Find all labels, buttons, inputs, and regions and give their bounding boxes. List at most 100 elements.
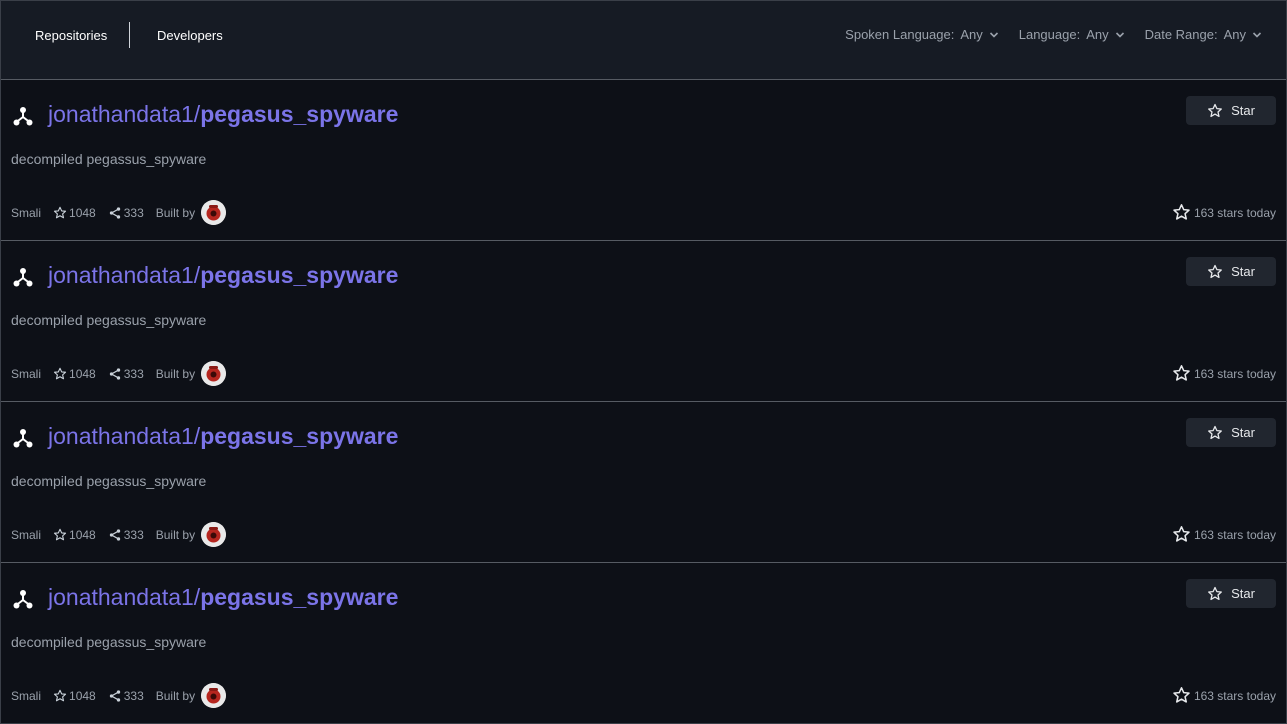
- star-icon: [53, 528, 67, 540]
- fork-count-value: 333: [123, 527, 144, 542]
- spoken-language-filter[interactable]: Spoken Language: Any: [845, 27, 999, 42]
- fork-count[interactable]: 333: [108, 689, 144, 703]
- fork-icon: [13, 429, 33, 448]
- star-icon: [1173, 687, 1190, 703]
- chevron-down-icon: [1115, 31, 1124, 38]
- star-icon: [1208, 264, 1223, 278]
- stars-today-value: 163 stars today: [1193, 527, 1276, 542]
- repo-description: decompiled pegassus_spyware: [11, 151, 207, 167]
- built-by-label: Built by: [155, 205, 196, 220]
- star-button-label: Star: [1231, 264, 1255, 279]
- avatar[interactable]: [201, 200, 227, 225]
- star-button[interactable]: Star: [1186, 257, 1276, 286]
- star-icon: [53, 689, 67, 701]
- repo-name: pegasus_spyware: [200, 584, 399, 610]
- repo-title-link[interactable]: jonathandata1/pegasus_spyware: [48, 584, 398, 611]
- star-icon: [1208, 586, 1223, 600]
- avatar[interactable]: [201, 683, 227, 708]
- share-icon: [109, 528, 120, 541]
- repo-name: pegasus_spyware: [200, 101, 399, 127]
- filter-label: Spoken Language:: [845, 27, 955, 42]
- star-button[interactable]: Star: [1186, 418, 1276, 447]
- language-filter[interactable]: Language: Any: [1019, 27, 1125, 42]
- stars-today: 163 stars today: [1172, 364, 1276, 383]
- fork-count-value: 333: [123, 366, 144, 381]
- tab-repositories[interactable]: Repositories: [35, 28, 107, 43]
- stars-today: 163 stars today: [1172, 203, 1276, 222]
- repo-description: decompiled pegassus_spyware: [11, 473, 207, 489]
- star-icon: [1208, 103, 1223, 117]
- repo-title-link[interactable]: jonathandata1/pegasus_spyware: [48, 423, 398, 450]
- star-count[interactable]: 1048: [53, 206, 96, 220]
- avatar-image: [201, 361, 227, 386]
- stars-today-value: 163 stars today: [1193, 366, 1276, 381]
- date-range-filter[interactable]: Date Range: Any: [1145, 27, 1262, 42]
- tab-divider: [129, 22, 130, 48]
- star-icon: [53, 206, 67, 218]
- star-icon: [1173, 526, 1190, 542]
- filters: Spoken Language: Any Language: Any Date …: [845, 27, 1262, 42]
- avatar-image: [201, 200, 227, 225]
- fork-count[interactable]: 333: [108, 528, 144, 542]
- share-icon: [109, 206, 120, 219]
- star-count-value: 1048: [69, 688, 96, 703]
- star-button-label: Star: [1231, 425, 1255, 440]
- repo-meta: Smali 1048 333 Built by: [11, 683, 227, 708]
- star-count-value: 1048: [69, 527, 96, 542]
- stars-today: 163 stars today: [1172, 686, 1276, 705]
- star-count-value: 1048: [69, 366, 96, 381]
- repo-title-link[interactable]: jonathandata1/pegasus_spyware: [48, 101, 398, 128]
- fork-count-value: 333: [123, 205, 144, 220]
- repo-owner: jonathandata1/: [48, 101, 201, 127]
- repo-row: jonathandata1/pegasus_spyware decompiled…: [1, 402, 1286, 563]
- avatar-image: [201, 522, 227, 547]
- star-icon: [1173, 204, 1190, 220]
- trending-page: Repositories Developers Spoken Language:…: [0, 0, 1287, 724]
- fork-count[interactable]: 333: [108, 367, 144, 381]
- stars-today-value: 163 stars today: [1193, 688, 1276, 703]
- star-count[interactable]: 1048: [53, 367, 96, 381]
- star-button-label: Star: [1231, 103, 1255, 118]
- repo-meta: Smali 1048 333 Built by: [11, 522, 227, 547]
- filter-value: Any: [1223, 27, 1246, 42]
- repo-title-link[interactable]: jonathandata1/pegasus_spyware: [48, 262, 398, 289]
- star-count-value: 1048: [69, 205, 96, 220]
- filter-label: Date Range:: [1144, 27, 1218, 42]
- built-by-label: Built by: [155, 366, 196, 381]
- star-button[interactable]: Star: [1186, 579, 1276, 608]
- star-icon: [1173, 365, 1190, 381]
- fork-icon: [13, 107, 33, 126]
- avatar[interactable]: [201, 522, 227, 547]
- star-count[interactable]: 1048: [53, 689, 96, 703]
- repo-row: jonathandata1/pegasus_spyware decompiled…: [1, 563, 1286, 723]
- repo-owner: jonathandata1/: [48, 423, 201, 449]
- tab-developers[interactable]: Developers: [157, 28, 223, 43]
- star-icon: [1208, 425, 1223, 439]
- chevron-down-icon: [1252, 31, 1262, 38]
- star-button[interactable]: Star: [1186, 96, 1276, 125]
- stars-today: 163 stars today: [1172, 525, 1276, 544]
- fork-count-value: 333: [123, 688, 144, 703]
- star-count[interactable]: 1048: [53, 528, 96, 542]
- built-by-label: Built by: [155, 688, 196, 703]
- filter-label: Language:: [1018, 27, 1081, 42]
- avatar[interactable]: [201, 361, 227, 386]
- fork-count[interactable]: 333: [108, 206, 144, 220]
- fork-icon: [13, 268, 33, 287]
- fork-icon: [13, 590, 33, 609]
- repo-row: jonathandata1/pegasus_spyware decompiled…: [1, 241, 1286, 402]
- repo-name: pegasus_spyware: [200, 262, 399, 288]
- avatar-image: [201, 683, 227, 708]
- repo-description: decompiled pegassus_spyware: [11, 634, 207, 650]
- repo-row: jonathandata1/pegasus_spyware decompiled…: [1, 80, 1286, 241]
- repo-list: jonathandata1/pegasus_spyware decompiled…: [1, 80, 1286, 723]
- repo-language: Smali: [11, 688, 42, 703]
- filter-value: Any: [960, 27, 983, 42]
- chevron-down-icon: [989, 31, 998, 38]
- star-icon: [53, 367, 67, 379]
- top-bar: Repositories Developers Spoken Language:…: [1, 1, 1286, 80]
- repo-meta: Smali 1048 333 Built by: [11, 200, 227, 225]
- repo-language: Smali: [11, 366, 42, 381]
- repo-owner: jonathandata1/: [48, 584, 201, 610]
- repo-description: decompiled pegassus_spyware: [11, 312, 207, 328]
